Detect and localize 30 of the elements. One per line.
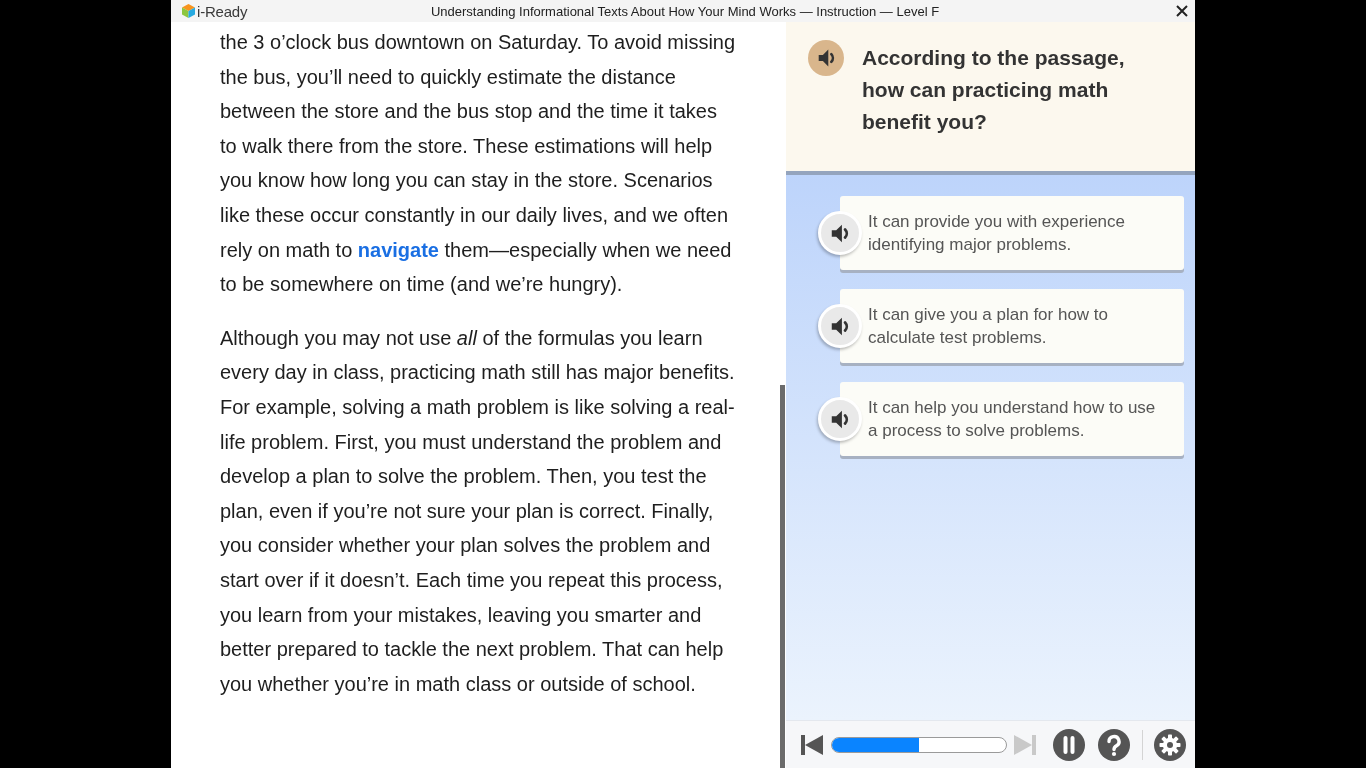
close-button[interactable] — [1176, 5, 1188, 17]
cube-icon — [182, 4, 195, 18]
speaker-icon — [817, 49, 835, 67]
speaker-icon — [831, 316, 849, 336]
speaker-icon — [831, 223, 849, 243]
settings-button[interactable] — [1154, 728, 1186, 761]
passage-paragraph: Although you may not use all of the formulas you learn every day in class, practicing math still has major benefits. For example, solving a math problem is like solving a real-life problem. First, you must understand the problem and develop a plan to solve the problem. Then, you test the plan, even if you’re not sure your plan is correct. Finally, you consider whether your plan solves the problem and start over if it doesn’t. Each time you repeat this process, you learn from your mistakes, leaving you smarter and better prepared to tackle the next problem. That can help you whether you’re in math class or outside of school. — [220, 325, 736, 697]
speaker-icon — [831, 409, 849, 429]
answer-option[interactable]: It can give you a plan for how to calculate test problems. — [840, 289, 1184, 363]
skip-back-icon — [801, 734, 823, 755]
audio-button[interactable] — [818, 304, 862, 348]
skip-forward-icon — [1014, 734, 1036, 755]
help-icon — [1098, 728, 1130, 761]
audio-button[interactable] — [818, 211, 862, 255]
app-name: i-Ready — [197, 2, 248, 20]
passage-paragraph: the 3 o’clock bus downtown on Saturday. To avoid missing the bus, you’ll need to quickly estimate the distance between the store and the bus stop and the time it takes to walk there from the store. These estimations will help you know how long you can stay in the store. Scenarios like these occur constantly in our daily lives, and we often rely on math to navigate them—especially when we need to be somewhere on time (and we’re hungry). — [220, 30, 737, 298]
question-text: According to the passage, how can practicing math benefit you? — [862, 45, 1126, 135]
previous-button[interactable] — [801, 734, 823, 755]
pause-icon — [1053, 728, 1085, 761]
audio-button[interactable] — [818, 397, 862, 441]
window-title: Understanding Informational Texts About How Your Mind Works — Instruction — Level F — [430, 3, 940, 19]
scrollbar-thumb[interactable] — [780, 385, 785, 768]
answer-option[interactable]: It can help you understand how to use a process to solve problems. — [840, 382, 1184, 456]
answer-option[interactable]: It can provide you with experience identifying major problems. — [840, 196, 1184, 270]
settings-icon — [1154, 728, 1186, 761]
close-icon — [1176, 5, 1188, 17]
vocabulary-link[interactable]: navigate — [357, 238, 439, 261]
audio-button[interactable] — [808, 40, 844, 76]
pause-button[interactable] — [1053, 728, 1085, 761]
help-button[interactable] — [1098, 728, 1130, 761]
